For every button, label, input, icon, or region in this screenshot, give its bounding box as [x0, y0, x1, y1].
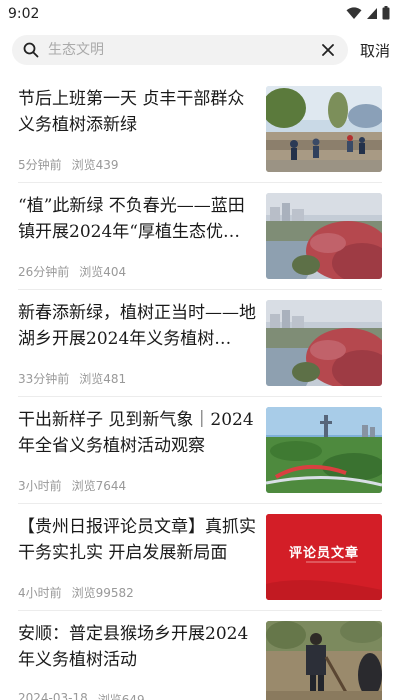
- list-item-text: 节后上班第一天 贞丰干部群众义务植树添新绿 5分钟前 浏览439: [18, 86, 266, 183]
- article-time: 26分钟前: [18, 265, 70, 279]
- list-item-text: 干出新样子 见到新气象｜2024年全省义务植树活动观察 3小时前 浏览7644: [18, 407, 266, 504]
- article-views: 浏览99582: [71, 586, 134, 600]
- search-row: 取消: [0, 28, 400, 72]
- article-title: 新春添新绿，植树正当时——地湖乡开展2024年义务植树…: [18, 303, 256, 349]
- list-item[interactable]: “植”此新绿 不负春光——蓝田镇开展2024年“厚植生态优… 26分钟前 浏览4…: [0, 183, 400, 290]
- article-title: 节后上班第一天 贞丰干部群众义务植树添新绿: [18, 89, 245, 135]
- article-views: 浏览404: [79, 265, 127, 279]
- article-time: 2024-03-18: [18, 691, 88, 700]
- article-title: “植”此新绿 不负春光——蓝田镇开展2024年“厚植生态优…: [18, 196, 245, 242]
- article-list: 节后上班第一天 贞丰干部群众义务植树添新绿 5分钟前 浏览439 “植”此新绿 …: [0, 76, 400, 700]
- list-item[interactable]: 安顺：普定县猴场乡开展2024年义务植树活动 2024-03-18 浏览649: [0, 611, 400, 700]
- list-item-text: 新春添新绿，植树正当时——地湖乡开展2024年义务植树… 33分钟前 浏览481: [18, 300, 266, 397]
- article-thumbnail: [266, 407, 382, 493]
- article-meta: 4小时前 浏览99582: [18, 584, 256, 601]
- list-item[interactable]: 新春添新绿，植树正当时——地湖乡开展2024年义务植树… 33分钟前 浏览481: [0, 290, 400, 397]
- thumbnail-caption: 评论员文章: [288, 546, 359, 561]
- search-input[interactable]: [48, 42, 318, 58]
- article-thumbnail: [266, 86, 382, 172]
- article-time: 3小时前: [18, 479, 62, 493]
- list-item[interactable]: 节后上班第一天 贞丰干部群众义务植树添新绿 5分钟前 浏览439: [0, 76, 400, 183]
- article-title: 干出新样子 见到新气象｜2024年全省义务植树活动观察: [18, 410, 254, 456]
- article-meta: 26分钟前 浏览404: [18, 263, 256, 280]
- article-meta: 5分钟前 浏览439: [18, 156, 256, 173]
- list-item[interactable]: 【贵州日报评论员文章】真抓实干务实扎实 开启发展新局面 4小时前 浏览99582…: [0, 504, 400, 611]
- article-meta: 3小时前 浏览7644: [18, 477, 256, 494]
- article-meta: 2024-03-18 浏览649: [18, 691, 256, 700]
- cancel-button[interactable]: 取消: [360, 40, 390, 61]
- article-title: 【贵州日报评论员文章】真抓实干务实扎实 开启发展新局面: [18, 517, 256, 563]
- list-item-text: “植”此新绿 不负春光——蓝田镇开展2024年“厚植生态优… 26分钟前 浏览4…: [18, 193, 266, 290]
- clear-icon[interactable]: [318, 40, 338, 60]
- article-thumbnail: [266, 300, 382, 386]
- list-item-text: 【贵州日报评论员文章】真抓实干务实扎实 开启发展新局面 4小时前 浏览99582: [18, 514, 266, 611]
- search-box[interactable]: [12, 35, 348, 65]
- list-item-text: 安顺：普定县猴场乡开展2024年义务植树活动 2024-03-18 浏览649: [18, 621, 266, 700]
- article-thumbnail: 评论员文章: [266, 514, 382, 600]
- article-views: 浏览7644: [71, 479, 127, 493]
- status-time: 9:02: [8, 6, 40, 22]
- article-views: 浏览439: [71, 158, 119, 172]
- list-item[interactable]: 干出新样子 见到新气象｜2024年全省义务植树活动观察 3小时前 浏览7644: [0, 397, 400, 504]
- wifi-icon: [346, 5, 362, 24]
- article-thumbnail: [266, 621, 382, 700]
- article-title: 安顺：普定县猴场乡开展2024年义务植树活动: [18, 624, 249, 670]
- article-time: 4小时前: [18, 586, 62, 600]
- article-time: 5分钟前: [18, 158, 62, 172]
- article-time: 33分钟前: [18, 372, 70, 386]
- article-views: 浏览481: [79, 372, 127, 386]
- search-icon: [22, 41, 40, 59]
- status-icons: [346, 5, 390, 24]
- signal-icon: [366, 5, 378, 24]
- article-thumbnail: [266, 193, 382, 279]
- status-bar: 9:02: [0, 0, 400, 28]
- article-views: 浏览649: [97, 693, 145, 700]
- battery-icon: [382, 5, 390, 24]
- article-meta: 33分钟前 浏览481: [18, 370, 256, 387]
